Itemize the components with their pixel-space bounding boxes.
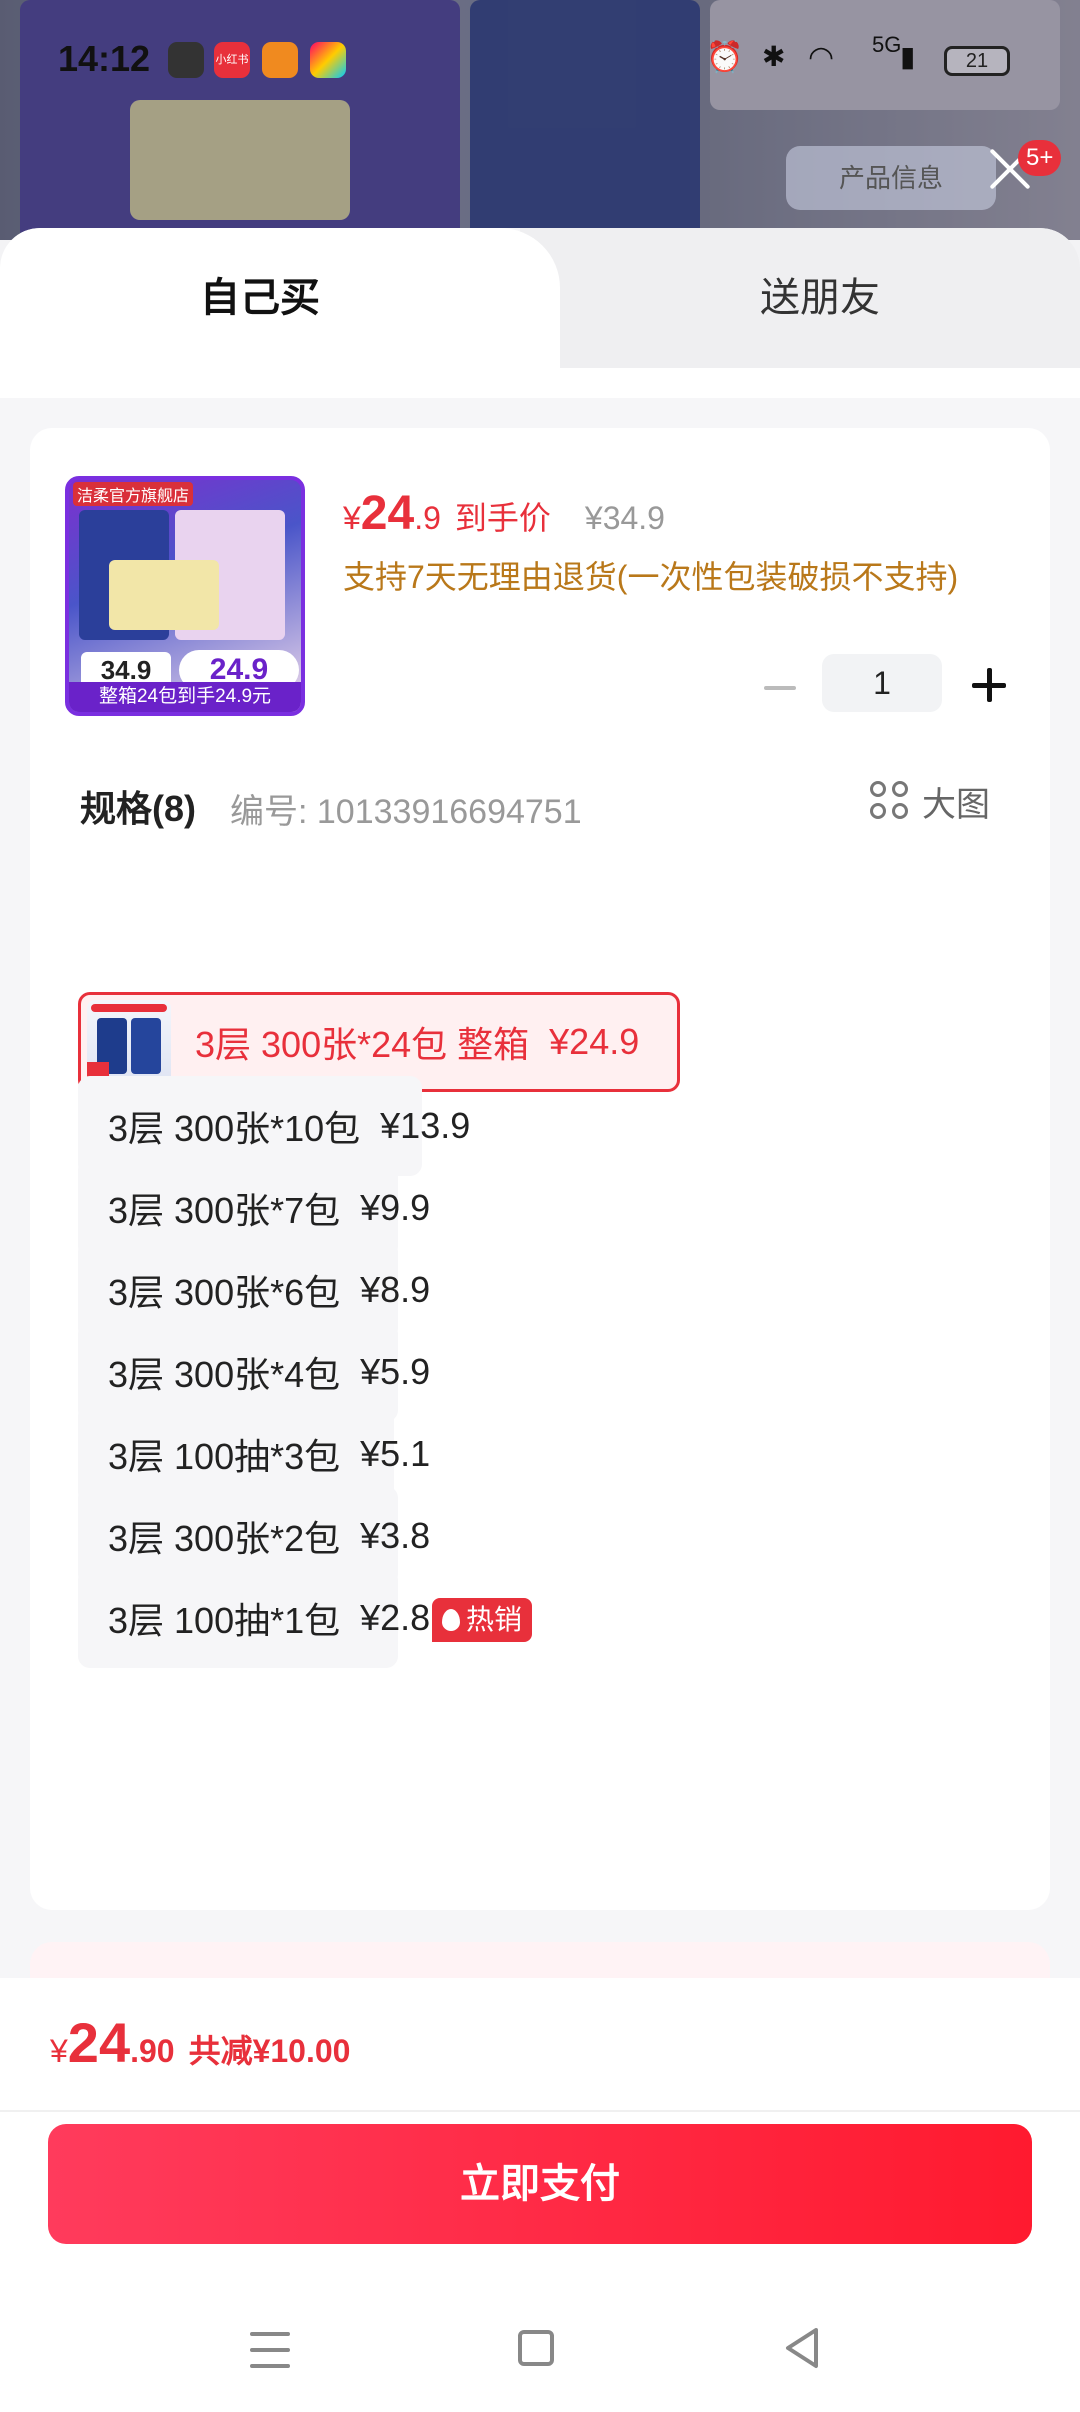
spec-option-label: 3层 100抽*1包 <box>108 1600 341 1641</box>
price-row: ¥24.9 到手价 ¥34.9 <box>343 486 665 546</box>
spec-option[interactable]: 3层 100抽*1包 ¥2.8 <box>78 1568 430 1668</box>
total-decimal: .90 <box>130 2033 175 2069</box>
tab-bar: 自己买 送朋友 <box>0 228 1080 368</box>
price-symbol: ¥ <box>343 500 361 536</box>
spec-option-label: 3层 300张*4包 <box>108 1354 341 1395</box>
spec-option-price: ¥5.1 <box>360 1433 431 1474</box>
spec-option-image <box>87 1000 171 1084</box>
spec-option-price: ¥24.9 <box>549 1021 640 1062</box>
return-policy: 支持7天无理由退货(一次性包装破损不支持) <box>343 559 959 595</box>
app-icon <box>168 42 204 78</box>
notification-badge: 5+ <box>1018 140 1062 176</box>
spec-option-price: ¥2.8 <box>360 1597 431 1638</box>
price-decimal: .9 <box>414 500 441 536</box>
quantity-input[interactable]: 1 <box>822 654 942 712</box>
price-integer: 24 <box>360 487 415 540</box>
alarm-icon: ⏰ <box>706 41 744 74</box>
hot-badge: 热销 <box>432 1598 533 1642</box>
app-icon <box>262 42 298 78</box>
quantity-increase-button[interactable] <box>972 668 1006 702</box>
battery-indicator: 21 <box>944 46 1010 76</box>
fire-icon <box>442 1609 460 1631</box>
status-time: 14:12 <box>58 38 151 79</box>
spec-option-label: 3层 300张*10包 <box>108 1108 361 1149</box>
nav-menu-icon[interactable] <box>250 2326 290 2374</box>
tab-self-buy[interactable]: 自己买 <box>0 228 520 368</box>
total-price: ¥24.90 共减¥10.00 <box>50 2010 350 2075</box>
spec-option-label: 3层 300张*7包 <box>108 1190 341 1231</box>
pay-now-button[interactable]: 立即支付 <box>48 2124 1032 2244</box>
spec-option-price: ¥8.9 <box>360 1269 431 1310</box>
product-card: 洁柔官方旗舰店 34.9 24.9 整箱24包到手24.9元 ¥24.9 到手价 ¥… <box>30 428 1050 1910</box>
spec-option-label: 3层 300张*2包 <box>108 1518 341 1559</box>
wifi-icon: ◠ <box>808 41 835 74</box>
grid-icon <box>870 781 910 821</box>
nav-back-icon[interactable] <box>782 2326 822 2374</box>
app-icon <box>310 42 346 78</box>
signal-icon: ▮ <box>900 41 916 72</box>
price-label: 到手价 <box>454 500 551 536</box>
store-tag: 洁柔官方旗舰店 <box>73 482 194 506</box>
spec-option-label: 3层 100抽*3包 <box>108 1436 341 1477</box>
xiaohongshu-icon: 小红书 <box>214 42 250 78</box>
total-symbol: ¥ <box>50 2033 68 2069</box>
hot-badge-label: 热销 <box>466 1604 523 1635</box>
spec-option-price: ¥5.9 <box>360 1351 431 1392</box>
spec-heading: 规格(8) <box>80 788 196 829</box>
discount-text: 共减¥10.00 <box>188 2033 351 2069</box>
big-picture-toggle[interactable]: 大图 <box>870 778 990 824</box>
spec-option-price: ¥3.8 <box>360 1515 431 1556</box>
spec-option-label: 3层 300张*24包 整箱 <box>195 1024 530 1065</box>
big-picture-label: 大图 <box>922 785 990 824</box>
quantity-decrease-button[interactable] <box>760 668 800 708</box>
tab-gift-friend[interactable]: 送朋友 <box>560 228 1080 368</box>
status-bar: 14:12 小红书 ⏰ ✱ ◠ 5G ▮ 21 <box>0 30 1080 90</box>
original-price: ¥34.9 <box>584 500 665 536</box>
spec-option-price: ¥9.9 <box>360 1187 431 1228</box>
nav-home-icon[interactable] <box>518 2330 554 2366</box>
total-integer: 24 <box>67 2011 131 2074</box>
spec-option-label: 3层 300张*6包 <box>108 1272 341 1313</box>
product-thumbnail[interactable]: 洁柔官方旗舰店 34.9 24.9 整箱24包到手24.9元 <box>65 476 305 716</box>
network-label: 5G <box>872 32 902 57</box>
product-info-button[interactable]: 产品信息 <box>786 146 996 210</box>
thumb-banner: 整箱24包到手24.9元 <box>69 682 301 712</box>
item-number: 编号: 10133916694751 <box>230 793 582 831</box>
bluetooth-icon: ✱ <box>762 41 786 72</box>
spec-option-price: ¥13.9 <box>380 1105 471 1146</box>
